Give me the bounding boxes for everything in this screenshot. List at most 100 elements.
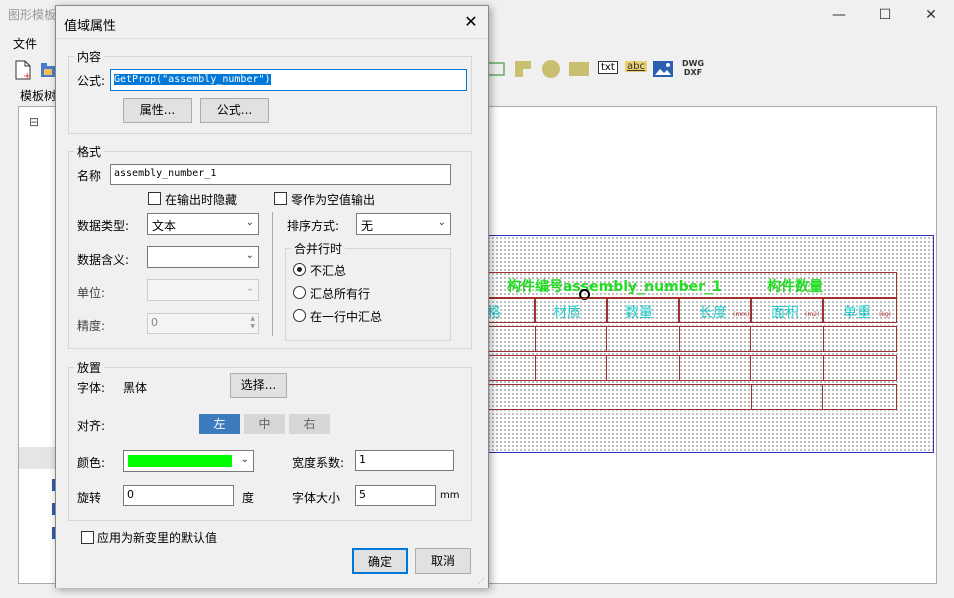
label-tool-icon[interactable]: abc	[625, 61, 647, 72]
tree-selected-row[interactable]	[19, 447, 59, 469]
merge-option-none-radio[interactable]	[293, 263, 306, 276]
font-value: 黑体	[123, 381, 148, 395]
unit-label: 单位:	[77, 286, 106, 300]
apply-default-label[interactable]: 应用为新变里的默认值	[97, 529, 217, 546]
new-file-icon[interactable]: +	[14, 60, 32, 83]
sort-label: 排序方式:	[287, 219, 340, 233]
unit-area: (m2)	[805, 311, 820, 318]
tree-expand-toggle[interactable]: ⊟	[29, 115, 39, 129]
unit-select[interactable]: ⌄	[147, 279, 259, 301]
data-type-select[interactable]: 文本 ⌄	[147, 213, 259, 235]
cancel-button[interactable]: 取消	[415, 548, 471, 574]
color-label: 颜色:	[77, 456, 106, 470]
rotation-unit: 度	[242, 491, 255, 505]
hide-on-output-checkbox[interactable]	[148, 192, 161, 205]
unit-weight: (kg)	[879, 311, 891, 318]
maximize-button[interactable]: ☐	[862, 0, 908, 30]
col-header: 数量	[625, 305, 653, 321]
tree-panel: ⊟	[18, 106, 60, 584]
merge-option-none-label[interactable]: 不汇总	[310, 262, 346, 279]
field-properties-dialog: 值域属性 ✕ 内容 公式: GetProp("assembly_number")…	[55, 5, 489, 588]
data-cell[interactable]	[823, 326, 897, 352]
name-label: 名称	[77, 169, 102, 183]
rotation-label: 旋转	[77, 491, 102, 505]
image-tool-icon[interactable]	[653, 60, 673, 81]
col-header: 面积	[771, 305, 799, 321]
precision-input[interactable]: 0 ▲ ▼	[147, 313, 259, 334]
template-canvas[interactable]: 构件编号assembly_number_1 构件数量 格 材质 数量 长度 (m…	[485, 235, 934, 453]
merge-group-label: 合并行时	[291, 240, 346, 257]
select-font-button[interactable]: 选择...	[230, 373, 287, 398]
circle-tool-icon[interactable]	[541, 59, 561, 82]
col-header: 单重	[843, 305, 871, 321]
formula-button[interactable]: 公式...	[200, 98, 269, 123]
ok-button[interactable]: 确定	[352, 548, 408, 574]
width-factor-input[interactable]: 1	[355, 450, 454, 471]
chevron-down-icon: ⌄	[245, 217, 254, 228]
open-folder-icon[interactable]	[40, 60, 56, 83]
align-left-button[interactable]: 左	[199, 414, 240, 434]
align-center-button[interactable]: 中	[244, 414, 285, 434]
data-cell[interactable]	[535, 326, 607, 352]
apply-default-checkbox[interactable]	[81, 531, 94, 544]
zero-as-empty-label[interactable]: 零作为空值输出	[291, 191, 375, 208]
align-label: 对齐:	[77, 419, 106, 433]
attribute-button[interactable]: 属性...	[123, 98, 192, 123]
data-cell[interactable]	[679, 355, 751, 381]
chevron-down-icon: ⌄	[240, 454, 249, 465]
resize-grip-icon[interactable]: ⋰	[478, 577, 486, 585]
spinner-icon[interactable]: ▲ ▼	[250, 315, 255, 331]
footer-row[interactable]	[485, 384, 897, 410]
format-divider	[272, 212, 273, 336]
col-header: 材质	[553, 305, 581, 321]
filled-rect-tool-icon[interactable]	[569, 62, 589, 79]
minimize-button[interactable]: —	[816, 0, 862, 30]
rotation-input[interactable]: 0	[123, 485, 234, 506]
dialog-close-button[interactable]: ✕	[460, 11, 482, 33]
polygon-tool-icon[interactable]	[514, 60, 532, 81]
close-app-button[interactable]: ✕	[908, 0, 954, 30]
dwg-label: DWG	[682, 59, 705, 68]
data-meaning-label: 数据含义:	[77, 253, 130, 267]
data-cell[interactable]	[823, 355, 897, 381]
rectangle-tool-icon[interactable]	[487, 62, 505, 79]
color-select[interactable]: ⌄	[123, 450, 254, 472]
formula-value: GetProp("assembly_number")	[114, 74, 271, 85]
merge-option-one-row-label[interactable]: 在一行中汇总	[310, 308, 382, 325]
formula-input[interactable]: GetProp("assembly_number")	[110, 69, 467, 91]
assembly-number-field[interactable]: 构件编号assembly_number_1	[507, 276, 722, 296]
format-group-label: 格式	[74, 143, 105, 160]
text-tool-icon[interactable]: txt	[598, 61, 618, 74]
app-title: 图形模板	[8, 8, 57, 22]
font-size-input[interactable]: 5	[355, 485, 436, 506]
align-right-button[interactable]: 右	[289, 414, 330, 434]
dwg-dxf-icon[interactable]: DWG DXF	[682, 59, 704, 77]
data-cell[interactable]	[535, 355, 607, 381]
chevron-down-icon: ⌄	[245, 283, 254, 294]
name-input[interactable]: assembly_number_1	[110, 164, 451, 185]
chevron-down-icon: ⌄	[245, 250, 254, 261]
dxf-label: DXF	[683, 68, 703, 77]
merge-option-all-radio[interactable]	[293, 286, 306, 299]
content-group-label: 内容	[74, 48, 105, 65]
data-type-value: 文本	[152, 219, 177, 233]
merge-option-one-row-radio[interactable]	[293, 309, 306, 322]
menu-file[interactable]: 文件	[13, 35, 37, 52]
col-header: 长度	[699, 305, 727, 321]
precision-value: 0	[151, 316, 158, 329]
precision-label: 精度:	[77, 319, 106, 333]
tree-panel-title: 模板树	[20, 89, 57, 103]
formula-label: 公式:	[77, 74, 106, 88]
assembly-count-field[interactable]: 构件数量	[767, 276, 823, 296]
chevron-down-icon: ⌄	[437, 217, 446, 228]
hide-on-output-label[interactable]: 在输出时隐藏	[165, 191, 237, 208]
zero-as-empty-checkbox[interactable]	[274, 192, 287, 205]
data-meaning-select[interactable]: ⌄	[147, 246, 259, 268]
data-cell[interactable]	[679, 326, 751, 352]
font-size-unit: mm	[440, 490, 460, 501]
footer-cell[interactable]	[751, 384, 823, 410]
width-factor-label: 宽度系数:	[292, 456, 345, 470]
merge-option-all-label[interactable]: 汇总所有行	[310, 285, 370, 302]
sort-select[interactable]: 无 ⌄	[356, 213, 451, 235]
sort-value: 无	[361, 219, 374, 233]
